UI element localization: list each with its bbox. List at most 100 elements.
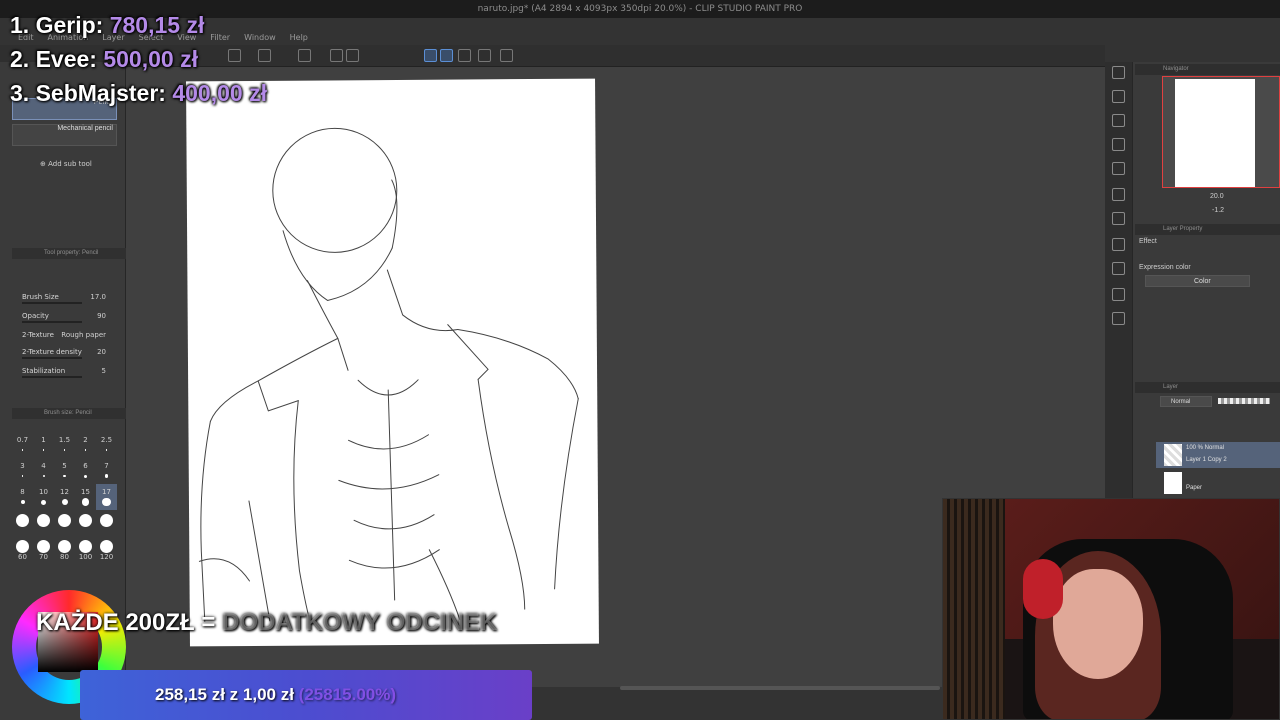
texture-density-slider[interactable] xyxy=(22,357,82,359)
canvas-horizontal-scrollbar[interactable] xyxy=(620,686,940,690)
brush-size-row[interactable]: Brush Size 17.0 xyxy=(22,290,120,304)
close-icon[interactable] xyxy=(1112,90,1125,103)
layer-item[interactable]: 100 % Normal Layer 1 Copy 2 xyxy=(1156,442,1280,468)
fill-icon[interactable] xyxy=(330,49,343,62)
search-icon[interactable] xyxy=(1112,66,1125,79)
brush-size-preset[interactable]: 120 xyxy=(96,536,117,562)
brush-size-preset[interactable] xyxy=(96,510,117,536)
brush-dot xyxy=(41,499,46,505)
snap-special-ruler-icon[interactable] xyxy=(440,49,453,62)
navigator-angle[interactable]: -1.2 xyxy=(1212,207,1224,214)
texture-density-label: 2-Texture density xyxy=(22,348,82,356)
expression-color-select[interactable]: Color xyxy=(1145,275,1250,287)
brush-dot xyxy=(58,540,71,553)
add-sub-tool-button[interactable]: ⊕ Add sub tool xyxy=(40,160,92,168)
snap-ruler-icon[interactable] xyxy=(424,49,437,62)
menu-help[interactable]: Help xyxy=(290,31,308,45)
brush-size-value[interactable]: 17.0 xyxy=(90,290,106,304)
opacity-row[interactable]: Opacity 90 xyxy=(22,309,120,323)
brush-size-preset[interactable]: 6 xyxy=(75,458,96,484)
brush-size-preset[interactable]: 15 xyxy=(75,484,96,510)
blend-mode-value: Normal xyxy=(1171,399,1191,405)
donor-entry: 1. Gerip: 780,15 zł xyxy=(10,12,204,39)
brush-size-preset[interactable]: 3 xyxy=(12,458,33,484)
brush-size-value: 12 xyxy=(60,488,69,496)
snap-grid-icon[interactable] xyxy=(458,49,471,62)
close-icon[interactable] xyxy=(1112,138,1125,151)
ruler-icon[interactable] xyxy=(478,49,491,62)
navigator-zoom[interactable]: 20.0 xyxy=(1210,193,1224,200)
material-icon[interactable] xyxy=(1112,162,1125,175)
settings-icon[interactable] xyxy=(500,49,513,62)
expression-color-value: Color xyxy=(1194,278,1211,285)
menu-filter[interactable]: Filter xyxy=(210,31,230,45)
brush-size-preset[interactable]: 8 xyxy=(12,484,33,510)
brush-size-preset[interactable]: 80 xyxy=(54,536,75,562)
expression-color-label: Expression color xyxy=(1139,264,1191,271)
clear-icon[interactable] xyxy=(298,49,311,62)
brush-size-preset[interactable]: 70 xyxy=(33,536,54,562)
transform-icon[interactable] xyxy=(346,49,359,62)
menu-window[interactable]: Window xyxy=(244,31,276,45)
texture-row[interactable]: 2-Texture Rough paper xyxy=(22,328,120,342)
brush-size-preset[interactable]: 7 xyxy=(96,458,117,484)
undo-icon[interactable] xyxy=(258,49,271,62)
brush-dot xyxy=(37,514,50,527)
material-icon[interactable] xyxy=(1112,312,1125,325)
brush-size-preset[interactable]: 12 xyxy=(54,484,75,510)
material-icon[interactable] xyxy=(1112,288,1125,301)
brush-size-preset[interactable]: 5 xyxy=(54,458,75,484)
brush-size-preset[interactable]: 100 xyxy=(75,536,96,562)
brush-size-preset[interactable] xyxy=(54,510,75,536)
opacity-slider[interactable] xyxy=(22,321,82,323)
brush-size-preset[interactable]: 2.5 xyxy=(96,432,117,458)
brush-dot xyxy=(81,498,90,506)
sketch-drawing xyxy=(198,127,579,622)
brush-size-preset[interactable]: 1 xyxy=(33,432,54,458)
brush-size-preset[interactable]: 1.5 xyxy=(54,432,75,458)
texture-density-row[interactable]: 2-Texture density 20 xyxy=(22,345,120,359)
brush-size-slider[interactable] xyxy=(22,302,82,304)
brush-size-value: 1 xyxy=(41,436,46,444)
opacity-value[interactable]: 90 xyxy=(97,309,106,323)
texture-density-value[interactable]: 20 xyxy=(97,345,106,359)
brush-dot xyxy=(61,499,68,505)
brush-size-preset[interactable]: 17 xyxy=(96,484,117,510)
blend-mode-select[interactable]: Normal xyxy=(1160,396,1212,407)
brush-dot xyxy=(20,500,25,504)
subtool-mechanical-pencil[interactable]: Mechanical pencil xyxy=(12,124,117,146)
stabilization-slider[interactable] xyxy=(22,376,82,378)
brush-size-preset[interactable] xyxy=(75,510,96,536)
brush-size-preset[interactable]: 4 xyxy=(33,458,54,484)
brush-size-value: 3 xyxy=(20,462,25,470)
donor-name: 1. Gerip: xyxy=(10,12,104,38)
stabilization-value[interactable]: 5 xyxy=(102,364,106,378)
layer-item[interactable]: Paper xyxy=(1156,470,1280,496)
donation-goal-percent: (25815.00%) xyxy=(298,685,396,704)
texture-value[interactable]: Rough paper xyxy=(61,328,106,342)
brush-size-preset[interactable] xyxy=(33,510,54,536)
material-icon[interactable] xyxy=(1112,212,1125,225)
save-icon[interactable] xyxy=(228,49,241,62)
subtool-mechanical-label: Mechanical pencil xyxy=(57,125,113,132)
stabilization-row[interactable]: Stabilization 5 xyxy=(22,364,120,378)
drawing-canvas[interactable] xyxy=(186,78,599,647)
brush-size-preset[interactable]: 2 xyxy=(75,432,96,458)
brush-size-preset[interactable]: 60 xyxy=(12,536,33,562)
donation-banner-faded: DODATKOWY ODCINEK xyxy=(222,609,498,636)
layer-property-header: Layer Property xyxy=(1135,224,1280,235)
material-icon[interactable] xyxy=(1112,188,1125,201)
brush-dot xyxy=(42,475,45,477)
brush-size-preset[interactable]: 10 xyxy=(33,484,54,510)
material-icon[interactable] xyxy=(1112,114,1125,127)
brush-size-preset[interactable]: 0.7 xyxy=(12,432,33,458)
layer-mode: 100 % Normal xyxy=(1186,445,1225,451)
navigator-preview[interactable] xyxy=(1162,76,1280,188)
donor-name: 2. Evee: xyxy=(10,46,97,72)
brush-size-value: 2.5 xyxy=(100,436,113,444)
plus-icon: ⊕ xyxy=(40,160,49,168)
layer-opacity-slider[interactable] xyxy=(1218,398,1270,404)
material-icon[interactable] xyxy=(1112,238,1125,251)
material-icon[interactable] xyxy=(1112,262,1125,275)
brush-size-preset[interactable] xyxy=(12,510,33,536)
